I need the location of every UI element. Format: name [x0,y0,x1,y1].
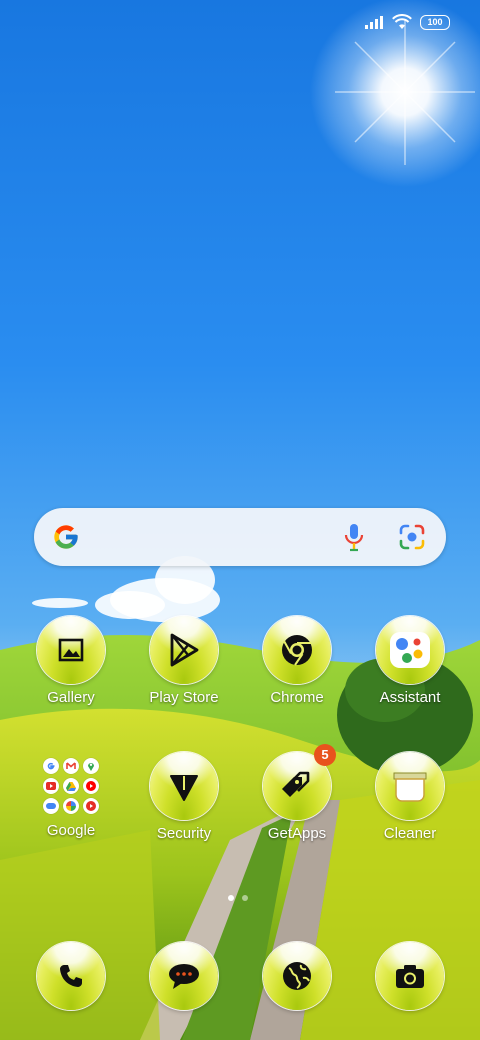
browser-globe-icon [263,942,331,1010]
app-label: Cleaner [383,825,437,842]
google-search-bar[interactable] [34,508,446,566]
signal-bars-icon [365,16,383,29]
app-cleaner[interactable]: Cleaner [355,752,465,842]
photos-mini-icon [63,798,79,814]
play-store-icon [150,616,218,684]
page-indicator [228,895,248,901]
app-gallery[interactable]: Gallery [16,616,126,706]
app-play-store[interactable]: Play Store [129,616,239,706]
dock-camera[interactable] [355,942,465,1010]
gallery-icon [37,616,105,684]
google-folder-icon [40,755,102,817]
play-movies-mini-icon [83,798,99,814]
app-getapps[interactable]: 5 GetApps [242,744,352,842]
messages-icon [150,942,218,1010]
app-chrome[interactable]: Chrome [242,616,352,706]
youtube-mini-icon [43,778,59,794]
battery-indicator: 100 [420,14,450,30]
app-label: Chrome [270,689,324,706]
assistant-icon [376,616,444,684]
app-assistant[interactable]: Assistant [355,616,465,706]
status-bar: 100 [364,14,450,30]
app-label: GetApps [267,825,327,842]
notification-badge: 5 [314,744,336,766]
page-dot-active [228,895,234,901]
dock-messages[interactable] [129,942,239,1010]
dock-browser[interactable] [242,942,352,1010]
page-dot [242,895,248,901]
lens-camera-icon[interactable] [398,523,426,551]
wifi-icon [392,14,412,29]
app-label: Google [46,822,96,839]
app-label: Security [156,825,212,842]
duo-mini-icon [43,798,59,814]
chrome-icon [263,616,331,684]
security-icon [150,752,218,820]
cleaner-icon [376,752,444,820]
dock-phone[interactable] [16,942,126,1010]
app-google-folder[interactable]: Google [16,752,126,839]
app-security[interactable]: Security [129,752,239,842]
mic-icon[interactable] [340,522,368,552]
app-label: Gallery [47,689,95,706]
google-g-mini-icon [43,758,59,774]
drive-mini-icon [63,778,79,794]
google-g-icon [54,525,78,549]
camera-icon [376,942,444,1010]
youtube-music-mini-icon [83,778,99,794]
gmail-mini-icon [63,758,79,774]
phone-icon [37,942,105,1010]
maps-mini-icon [83,758,99,774]
app-label: Assistant [379,689,441,706]
app-label: Play Store [149,689,219,706]
